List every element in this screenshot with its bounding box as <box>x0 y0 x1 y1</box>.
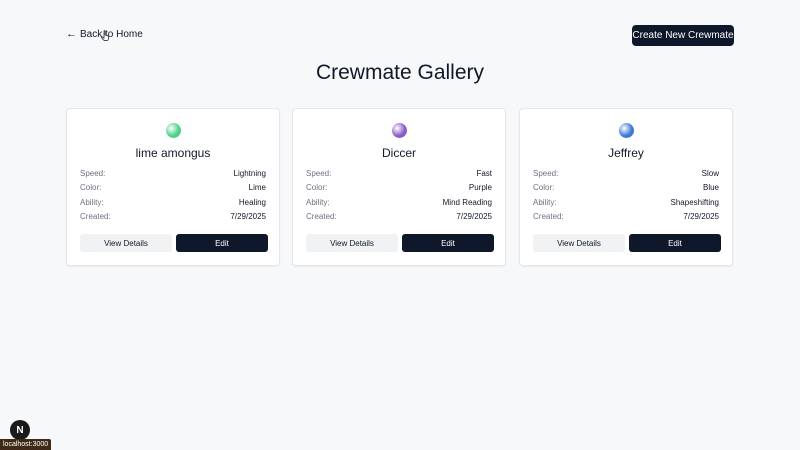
speed-label: Speed: <box>80 168 106 178</box>
ability-label: Ability: <box>80 197 104 207</box>
speed-row: Speed: Slow <box>533 167 719 179</box>
crewmate-card: Diccer Speed: Fast Color: Purple Ability… <box>292 108 506 266</box>
color-value: Purple <box>468 182 492 192</box>
created-value: 7/29/2025 <box>456 211 492 221</box>
created-row: Created: 7/29/2025 <box>306 210 492 222</box>
view-details-button[interactable]: View Details <box>533 234 625 252</box>
ability-label: Ability: <box>533 197 557 207</box>
view-details-button[interactable]: View Details <box>306 234 398 252</box>
created-row: Created: 7/29/2025 <box>533 210 719 222</box>
edit-button[interactable]: Edit <box>176 234 268 252</box>
crewmate-name: Jeffrey <box>608 146 644 160</box>
ability-row: Ability: Mind Reading <box>306 196 492 208</box>
ability-label: Ability: <box>306 197 330 207</box>
ability-value: Healing <box>238 197 266 207</box>
arrow-left-icon: ← <box>66 28 77 40</box>
created-label: Created: <box>533 211 564 221</box>
ability-row: Ability: Shapeshifting <box>533 196 719 208</box>
edit-button[interactable]: Edit <box>402 234 494 252</box>
nextjs-logo-icon[interactable]: N <box>10 420 30 440</box>
color-value: Blue <box>702 182 719 192</box>
speed-value: Lightning <box>233 168 266 178</box>
created-label: Created: <box>306 211 337 221</box>
crewmate-card: Jeffrey Speed: Slow Color: Blue Ability:… <box>519 108 733 266</box>
crewmate-card: lime amongus Speed: Lightning Color: Lim… <box>66 108 280 266</box>
crewmate-name: lime amongus <box>135 146 211 160</box>
ability-value: Mind Reading <box>442 197 492 207</box>
speed-row: Speed: Fast <box>306 167 492 179</box>
created-row: Created: 7/29/2025 <box>80 210 266 222</box>
speed-label: Speed: <box>533 168 559 178</box>
speed-value: Slow <box>701 168 719 178</box>
back-to-home-label: Back to Home <box>80 29 143 40</box>
status-bar-url: localhost:3000 <box>0 439 52 450</box>
speed-label: Speed: <box>306 168 332 178</box>
speed-value: Fast <box>476 168 492 178</box>
color-row: Color: Blue <box>533 181 719 193</box>
crewmate-color-orb <box>392 123 407 138</box>
speed-row: Speed: Lightning <box>80 167 266 179</box>
color-label: Color: <box>533 182 555 192</box>
color-row: Color: Purple <box>306 181 492 193</box>
crewmate-name: Diccer <box>381 146 416 160</box>
hand-pointer-icon <box>101 30 109 41</box>
ability-value: Shapeshifting <box>670 197 719 207</box>
create-new-crewmate-button[interactable]: Create New Crewmate <box>632 25 734 46</box>
created-value: 7/29/2025 <box>230 211 266 221</box>
color-row: Color: Lime <box>80 181 266 193</box>
edit-button[interactable]: Edit <box>629 234 721 252</box>
color-label: Color: <box>80 182 102 192</box>
color-value: Lime <box>248 182 266 192</box>
created-label: Created: <box>80 211 111 221</box>
crewmate-color-orb <box>166 123 181 138</box>
page-title: Crewmate Gallery <box>315 61 485 84</box>
created-value: 7/29/2025 <box>683 211 719 221</box>
color-label: Color: <box>306 182 328 192</box>
crewmate-color-orb <box>619 123 634 138</box>
crewmate-gallery-page: ← Back to Home Create New Crewmate Crewm… <box>0 0 800 450</box>
ability-row: Ability: Healing <box>80 196 266 208</box>
view-details-button[interactable]: View Details <box>80 234 172 252</box>
